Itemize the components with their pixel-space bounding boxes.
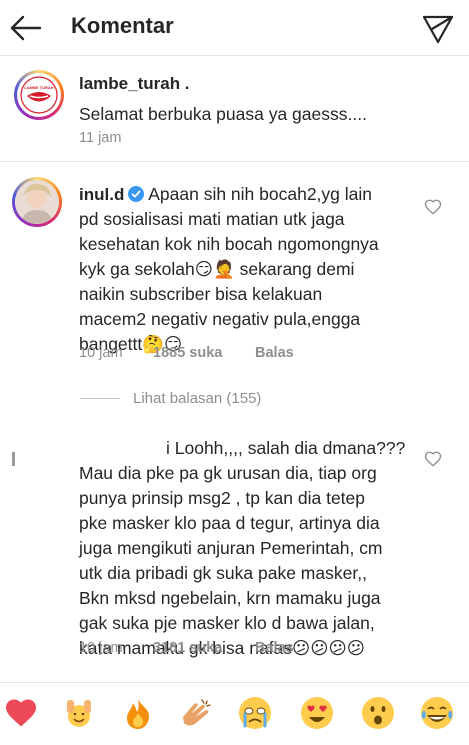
post-caption: LAMBE TURAH lambe_turah . Selamat berbuk…	[0, 57, 469, 162]
reply-button[interactable]: Balas	[255, 345, 294, 361]
comment-line: pke masker klo paa d tegur, artinya dia	[79, 513, 380, 533]
comment-body: inul.d Apaan sih nih bocah2,yg lain pd s…	[79, 182, 419, 357]
tears-of-joy-icon[interactable]	[419, 695, 455, 731]
back-arrow-icon[interactable]	[6, 8, 46, 48]
replies-divider	[80, 398, 120, 399]
surprised-face-icon[interactable]	[360, 695, 396, 731]
comment-line: macem2 negativ negativ pula,engga	[79, 309, 361, 329]
like-count[interactable]: 3181 suka	[153, 640, 222, 656]
reply-button[interactable]: Balas	[255, 640, 294, 656]
caption-username[interactable]: lambe_turah .	[79, 74, 190, 94]
comment-username[interactable]: inul.d	[79, 185, 124, 204]
comment-line: kyk ga sekolah😏🤦 sekarang demi	[79, 259, 355, 279]
like-count[interactable]: 1885 suka	[153, 345, 222, 361]
emoji-reaction-bar	[0, 682, 469, 745]
caption-text: Selamat berbuka puasa ya gaesss....	[79, 104, 367, 124]
like-heart-icon[interactable]	[424, 198, 442, 216]
comment-line: juga mengikuti anjuran Pemerintah, cm	[79, 538, 383, 558]
comment-line: gak suka pje masker klo d bawa jalan,	[79, 613, 375, 633]
inul-avatar-photo	[15, 180, 59, 224]
comment-reply: i Loohh,,,, salah dia dmana??? Mau dia p…	[0, 428, 469, 668]
comment-line: Apaan sih nih bocah2,yg lain	[148, 184, 373, 204]
raising-hands-icon[interactable]	[61, 695, 97, 731]
clapping-hands-icon[interactable]	[178, 695, 214, 731]
comment-body: i Loohh,,,, salah dia dmana???	[79, 436, 424, 461]
view-replies-button[interactable]: Lihat balasan (155)	[133, 390, 261, 407]
comment-line: utk dia pribadi gk suka pake masker,,	[79, 563, 367, 583]
avatar-fragment	[12, 452, 15, 466]
comment-time: 10 jam	[79, 640, 123, 656]
direct-send-icon[interactable]	[418, 8, 458, 48]
crying-face-icon[interactable]	[237, 695, 273, 731]
comment-line: kesehatan kok nih bocah ngomongnya	[79, 234, 379, 254]
page-title: Komentar	[71, 13, 174, 38]
verified-badge-icon	[128, 186, 145, 202]
comment-line: i Loohh,,,, salah dia dmana???	[166, 438, 406, 458]
fire-icon[interactable]	[120, 695, 156, 731]
comment-line: punya prinsip msg2 , tp kan dia tetep	[79, 488, 366, 508]
like-heart-icon[interactable]	[424, 450, 442, 468]
top-bar: Komentar	[0, 0, 469, 56]
heart-eyes-icon[interactable]	[299, 695, 335, 731]
comment-body-cont: Mau dia pke pa gk urusan dia, tiap org p…	[79, 461, 424, 661]
comment-line: pd sosialisasi mati matian utk jaga	[79, 209, 345, 229]
comment-line: Mau dia pke pa gk urusan dia, tiap org	[79, 463, 377, 483]
comment-time: 10 jam	[79, 345, 123, 361]
svg-text:LAMBE TURAH: LAMBE TURAH	[24, 85, 53, 90]
red-heart-icon[interactable]	[3, 695, 39, 731]
lambe-turah-logo: LAMBE TURAH	[20, 76, 58, 114]
avatar[interactable]: LAMBE TURAH	[14, 70, 64, 120]
caption-time: 11 jam	[79, 130, 122, 146]
avatar[interactable]	[12, 177, 62, 227]
comment-inul: inul.d Apaan sih nih bocah2,yg lain pd s…	[0, 163, 469, 383]
comment-line: naikin subscriber bisa kelakuan	[79, 284, 323, 304]
comment-line: Bkn mksd ngebelain, krn mamaku juga	[79, 588, 381, 608]
